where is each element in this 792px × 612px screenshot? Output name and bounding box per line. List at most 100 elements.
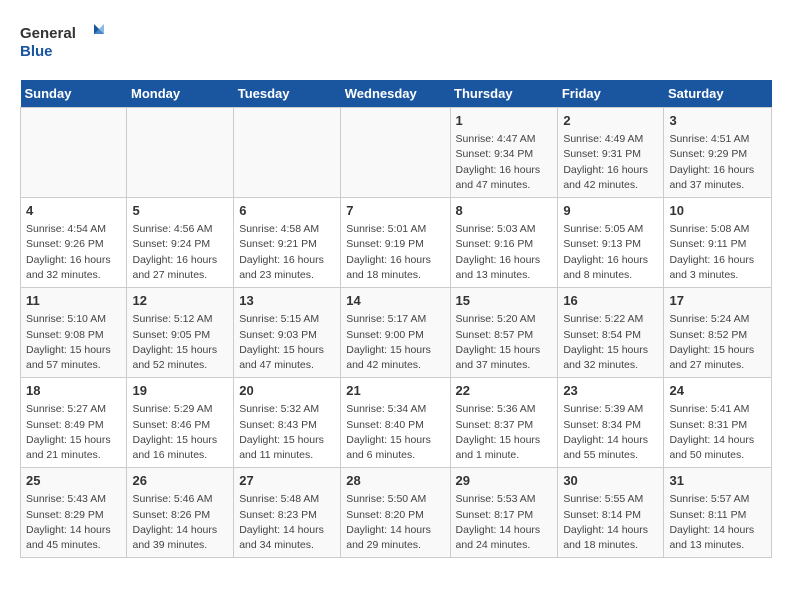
calendar-cell: 27 Sunrise: 5:48 AM Sunset: 8:23 PM Dayli… xyxy=(234,468,341,558)
day-info: Sunrise: 4:47 AM Sunset: 9:34 PM Dayligh… xyxy=(456,132,553,193)
calendar-week-3: 11 Sunrise: 5:10 AM Sunset: 9:08 PM Dayli… xyxy=(21,288,772,378)
calendar-week-5: 25 Sunrise: 5:43 AM Sunset: 8:29 PM Dayli… xyxy=(21,468,772,558)
day-info: Sunrise: 5:39 AM Sunset: 8:34 PM Dayligh… xyxy=(563,402,658,463)
calendar-cell: 5 Sunrise: 4:56 AM Sunset: 9:24 PM Daylig… xyxy=(127,198,234,288)
day-info: Sunrise: 5:15 AM Sunset: 9:03 PM Dayligh… xyxy=(239,312,335,373)
day-number: 3 xyxy=(669,112,766,130)
day-info: Sunrise: 5:03 AM Sunset: 9:16 PM Dayligh… xyxy=(456,222,553,283)
calendar-cell: 22Sunrise: 5:36 AM Sunset: 8:37 PM Dayli… xyxy=(450,378,558,468)
day-number: 30 xyxy=(563,472,658,490)
calendar-table: SundayMondayTuesdayWednesdayThursdayFrid… xyxy=(20,80,772,558)
calendar-cell: 24Sunrise: 5:41 AM Sunset: 8:31 PM Dayli… xyxy=(664,378,772,468)
calendar-week-1: 1 Sunrise: 4:47 AM Sunset: 9:34 PM Daylig… xyxy=(21,108,772,198)
calendar-cell xyxy=(341,108,450,198)
calendar-cell: 9 Sunrise: 5:05 AM Sunset: 9:13 PM Daylig… xyxy=(558,198,664,288)
calendar-cell: 31Sunrise: 5:57 AM Sunset: 8:11 PM Dayli… xyxy=(664,468,772,558)
day-info: Sunrise: 5:34 AM Sunset: 8:40 PM Dayligh… xyxy=(346,402,444,463)
day-number: 12 xyxy=(132,292,228,310)
day-info: Sunrise: 5:46 AM Sunset: 8:26 PM Dayligh… xyxy=(132,492,228,553)
day-number: 14 xyxy=(346,292,444,310)
day-number: 10 xyxy=(669,202,766,220)
day-info: Sunrise: 5:10 AM Sunset: 9:08 PM Dayligh… xyxy=(26,312,121,373)
day-number: 21 xyxy=(346,382,444,400)
calendar-cell: 14 Sunrise: 5:17 AM Sunset: 9:00 PM Dayli… xyxy=(341,288,450,378)
calendar-header: SundayMondayTuesdayWednesdayThursdayFrid… xyxy=(21,80,772,108)
svg-text:Blue: Blue xyxy=(20,43,53,60)
calendar-cell: 15 Sunrise: 5:20 AM Sunset: 8:57 PM Dayli… xyxy=(450,288,558,378)
day-number: 20 xyxy=(239,382,335,400)
day-number: 7 xyxy=(346,202,444,220)
calendar-cell: 3 Sunrise: 4:51 AM Sunset: 9:29 PM Daylig… xyxy=(664,108,772,198)
day-info: Sunrise: 4:49 AM Sunset: 9:31 PM Dayligh… xyxy=(563,132,658,193)
calendar-cell: 2Sunrise: 4:49 AM Sunset: 9:31 PM Daylig… xyxy=(558,108,664,198)
calendar-cell: 6Sunrise: 4:58 AM Sunset: 9:21 PM Daylig… xyxy=(234,198,341,288)
weekday-friday: Friday xyxy=(558,80,664,108)
day-info: Sunrise: 5:20 AM Sunset: 8:57 PM Dayligh… xyxy=(456,312,553,373)
day-info: Sunrise: 4:54 AM Sunset: 9:26 PM Dayligh… xyxy=(26,222,121,283)
calendar-cell: 11 Sunrise: 5:10 AM Sunset: 9:08 PM Dayli… xyxy=(21,288,127,378)
calendar-cell: 28Sunrise: 5:50 AM Sunset: 8:20 PM Dayli… xyxy=(341,468,450,558)
day-number: 16 xyxy=(563,292,658,310)
calendar-cell: 30 Sunrise: 5:55 AM Sunset: 8:14 PM Dayli… xyxy=(558,468,664,558)
weekday-tuesday: Tuesday xyxy=(234,80,341,108)
day-info: Sunrise: 5:43 AM Sunset: 8:29 PM Dayligh… xyxy=(26,492,121,553)
day-info: Sunrise: 4:56 AM Sunset: 9:24 PM Dayligh… xyxy=(132,222,228,283)
day-info: Sunrise: 5:29 AM Sunset: 8:46 PM Dayligh… xyxy=(132,402,228,463)
day-number: 15 xyxy=(456,292,553,310)
svg-text:General: General xyxy=(20,25,76,42)
calendar-cell: 23 Sunrise: 5:39 AM Sunset: 8:34 PM Dayli… xyxy=(558,378,664,468)
calendar-cell xyxy=(21,108,127,198)
calendar-week-2: 4 Sunrise: 4:54 AM Sunset: 9:26 PM Daylig… xyxy=(21,198,772,288)
day-number: 4 xyxy=(26,202,121,220)
day-info: Sunrise: 5:24 AM Sunset: 8:52 PM Dayligh… xyxy=(669,312,766,373)
day-number: 17 xyxy=(669,292,766,310)
calendar-cell: 20 Sunrise: 5:32 AM Sunset: 8:43 PM Dayli… xyxy=(234,378,341,468)
day-info: Sunrise: 5:57 AM Sunset: 8:11 PM Dayligh… xyxy=(669,492,766,553)
logo: General Blue xyxy=(20,20,110,64)
weekday-thursday: Thursday xyxy=(450,80,558,108)
day-number: 19 xyxy=(132,382,228,400)
day-info: Sunrise: 5:22 AM Sunset: 8:54 PM Dayligh… xyxy=(563,312,658,373)
calendar-cell: 7 Sunrise: 5:01 AM Sunset: 9:19 PM Daylig… xyxy=(341,198,450,288)
weekday-header-row: SundayMondayTuesdayWednesdayThursdayFrid… xyxy=(21,80,772,108)
calendar-cell: 19 Sunrise: 5:29 AM Sunset: 8:46 PM Dayli… xyxy=(127,378,234,468)
day-info: Sunrise: 5:05 AM Sunset: 9:13 PM Dayligh… xyxy=(563,222,658,283)
day-info: Sunrise: 5:48 AM Sunset: 8:23 PM Dayligh… xyxy=(239,492,335,553)
day-info: Sunrise: 5:17 AM Sunset: 9:00 PM Dayligh… xyxy=(346,312,444,373)
calendar-cell: 10 Sunrise: 5:08 AM Sunset: 9:11 PM Dayli… xyxy=(664,198,772,288)
calendar-cell: 26Sunrise: 5:46 AM Sunset: 8:26 PM Dayli… xyxy=(127,468,234,558)
day-number: 24 xyxy=(669,382,766,400)
day-number: 23 xyxy=(563,382,658,400)
weekday-monday: Monday xyxy=(127,80,234,108)
day-number: 13 xyxy=(239,292,335,310)
calendar-cell: 25 Sunrise: 5:43 AM Sunset: 8:29 PM Dayli… xyxy=(21,468,127,558)
calendar-week-4: 18 Sunrise: 5:27 AM Sunset: 8:49 PM Dayli… xyxy=(21,378,772,468)
day-number: 8 xyxy=(456,202,553,220)
calendar-body: 1 Sunrise: 4:47 AM Sunset: 9:34 PM Daylig… xyxy=(21,108,772,558)
day-info: Sunrise: 5:32 AM Sunset: 8:43 PM Dayligh… xyxy=(239,402,335,463)
weekday-wednesday: Wednesday xyxy=(341,80,450,108)
calendar-cell: 29Sunrise: 5:53 AM Sunset: 8:17 PM Dayli… xyxy=(450,468,558,558)
day-number: 9 xyxy=(563,202,658,220)
day-info: Sunrise: 5:08 AM Sunset: 9:11 PM Dayligh… xyxy=(669,222,766,283)
day-number: 18 xyxy=(26,382,121,400)
day-number: 5 xyxy=(132,202,228,220)
day-info: Sunrise: 4:51 AM Sunset: 9:29 PM Dayligh… xyxy=(669,132,766,193)
calendar-cell: 17 Sunrise: 5:24 AM Sunset: 8:52 PM Dayli… xyxy=(664,288,772,378)
day-info: Sunrise: 5:36 AM Sunset: 8:37 PM Dayligh… xyxy=(456,402,553,463)
day-number: 25 xyxy=(26,472,121,490)
day-info: Sunrise: 5:55 AM Sunset: 8:14 PM Dayligh… xyxy=(563,492,658,553)
day-number: 11 xyxy=(26,292,121,310)
day-number: 1 xyxy=(456,112,553,130)
day-info: Sunrise: 5:12 AM Sunset: 9:05 PM Dayligh… xyxy=(132,312,228,373)
calendar-cell xyxy=(127,108,234,198)
day-number: 27 xyxy=(239,472,335,490)
day-info: Sunrise: 5:53 AM Sunset: 8:17 PM Dayligh… xyxy=(456,492,553,553)
day-info: Sunrise: 5:01 AM Sunset: 9:19 PM Dayligh… xyxy=(346,222,444,283)
calendar-cell: 8 Sunrise: 5:03 AM Sunset: 9:16 PM Daylig… xyxy=(450,198,558,288)
calendar-cell xyxy=(234,108,341,198)
day-info: Sunrise: 4:58 AM Sunset: 9:21 PM Dayligh… xyxy=(239,222,335,283)
day-info: Sunrise: 5:27 AM Sunset: 8:49 PM Dayligh… xyxy=(26,402,121,463)
weekday-sunday: Sunday xyxy=(21,80,127,108)
calendar-cell: 18 Sunrise: 5:27 AM Sunset: 8:49 PM Dayli… xyxy=(21,378,127,468)
